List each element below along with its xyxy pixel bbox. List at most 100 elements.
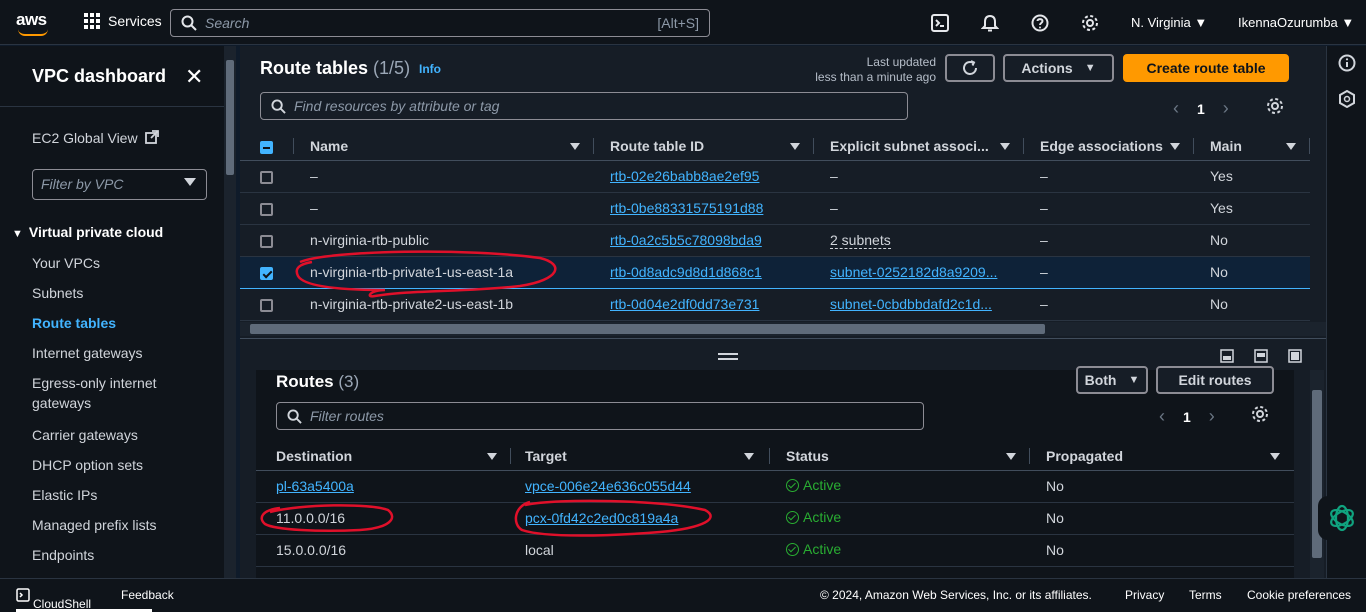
route-type-label: Both — [1084, 372, 1117, 388]
route-table-id-link[interactable]: rtb-0d8adc9d8d1d868c1 — [610, 264, 762, 280]
route-table-id-link[interactable]: rtb-0d04e2df0dd73e731 — [610, 296, 759, 312]
chevron-left-icon[interactable]: ‹ — [1159, 406, 1165, 427]
column-header-edge-associations[interactable]: Edge associations — [1024, 132, 1194, 161]
column-header-status[interactable]: Status — [770, 442, 1030, 471]
drag-handle-icon[interactable] — [718, 353, 738, 355]
sidebar-item-subnets[interactable]: Subnets — [32, 285, 83, 301]
vpc-filter-select[interactable]: Filter by VPC — [32, 169, 207, 200]
actions-button[interactable]: Actions ▼ — [1003, 54, 1114, 82]
row-checkbox-checked[interactable] — [260, 266, 273, 280]
last-updated-value: less than a minute ago — [815, 70, 936, 84]
sidebar-item-carrier-gateways[interactable]: Carrier gateways — [32, 427, 138, 443]
horizontal-scrollbar[interactable] — [240, 322, 1326, 336]
chevron-left-icon[interactable]: ‹ — [1173, 98, 1179, 119]
subnet-link[interactable]: subnet-0cbdbbdafd2c1d... — [830, 296, 992, 312]
bell-icon[interactable] — [980, 13, 1000, 33]
table-row[interactable]: n-virginia-rtb-private2-us-east-1b rtb-0… — [240, 288, 1310, 321]
privacy-link[interactable]: Privacy — [1125, 588, 1164, 602]
account-menu[interactable]: IkennaOzurumba ▼ — [1238, 15, 1354, 30]
status-badge: Active — [786, 509, 841, 525]
target-link[interactable]: vpce-006e24e636c055d44 — [525, 478, 691, 494]
sidebar-item-internet-gateways[interactable]: Internet gateways — [32, 345, 143, 361]
route-table-search-input[interactable]: Find resources by attribute or tag — [260, 92, 908, 120]
region-selector[interactable]: N. Virginia ▼ — [1131, 15, 1207, 30]
table-row[interactable]: – rtb-0be88331575191d88 – – Yes — [240, 192, 1310, 225]
select-all-checkbox[interactable] — [260, 140, 273, 154]
route-type-select[interactable]: Both ▼ — [1076, 366, 1148, 394]
cloudshell-icon[interactable] — [930, 13, 950, 33]
explicit-subnet[interactable]: 2 subnets — [830, 232, 891, 249]
sidebar-item-your-vpcs[interactable]: Your VPCs — [32, 255, 100, 271]
maximize-icon[interactable] — [1288, 349, 1302, 363]
column-header-target[interactable]: Target — [511, 442, 770, 471]
sidebar-item-endpoints[interactable]: Endpoints — [32, 547, 94, 563]
table-row[interactable]: n-virginia-rtb-public rtb-0a2c5b5c78098b… — [240, 224, 1310, 257]
create-route-table-button[interactable]: Create route table — [1123, 54, 1289, 82]
table-header-row: Name Route table ID Explicit subnet asso… — [240, 132, 1310, 161]
page-number[interactable]: 1 — [1197, 101, 1205, 117]
column-header-name[interactable]: Name — [294, 132, 594, 161]
column-header-propagated[interactable]: Propagated — [1030, 442, 1294, 471]
info-link[interactable]: Info — [419, 62, 441, 76]
target-link[interactable]: pcx-0fd42c2ed0c819a4a — [525, 510, 678, 526]
edit-routes-button[interactable]: Edit routes — [1156, 366, 1274, 394]
cloudshell-link[interactable]: CloudShell — [16, 588, 91, 611]
routes-panel: Routes (3) Both ▼ Edit routes Filter rout… — [240, 366, 1326, 578]
row-checkbox[interactable] — [260, 202, 273, 216]
routes-vertical-scrollbar[interactable] — [1310, 370, 1324, 578]
search-icon — [181, 15, 197, 31]
sort-icon — [1170, 143, 1180, 150]
sidebar-title[interactable]: VPC dashboard — [32, 66, 166, 87]
sidebar-item-elastic-ips[interactable]: Elastic IPs — [32, 487, 97, 503]
sidebar-section-virtual-private-cloud[interactable]: ▼ Virtual private cloud — [12, 224, 163, 240]
horizontal-scrollbar-thumb[interactable] — [250, 324, 1045, 334]
table-row[interactable]: – rtb-02e26babb8ae2ef95 – – Yes — [240, 160, 1310, 193]
sidebar-item-route-tables[interactable]: Route tables — [32, 315, 116, 331]
assistant-icon[interactable] — [1318, 496, 1366, 540]
chevron-right-icon[interactable]: › — [1223, 98, 1229, 119]
search-input[interactable]: Search [Alt+S] — [170, 9, 710, 37]
close-icon[interactable]: ✕ — [185, 64, 203, 90]
chevron-right-icon[interactable]: › — [1209, 406, 1215, 427]
routes-search-input[interactable]: Filter routes — [276, 402, 924, 430]
page-number[interactable]: 1 — [1183, 409, 1191, 425]
destination-link[interactable]: pl-63a5400a — [276, 478, 354, 494]
hexagon-icon[interactable] — [1338, 90, 1356, 108]
sidebar-scrollbar-thumb[interactable] — [226, 60, 234, 175]
route-table-id-link[interactable]: rtb-02e26babb8ae2ef95 — [610, 168, 759, 184]
sidebar-item-egress-only-internet-gateways[interactable]: Egress-only internet gateways — [32, 375, 157, 415]
sidebar-item-ec2-global-view[interactable]: EC2 Global View — [32, 130, 160, 146]
preferences-gear-icon[interactable] — [1266, 97, 1284, 115]
column-label: Explicit subnet associ... — [830, 137, 989, 154]
subnet-link[interactable]: subnet-0252182d8a9209... — [830, 264, 997, 280]
preferences-gear-icon[interactable] — [1251, 405, 1269, 423]
aws-logo-text: aws — [16, 10, 47, 29]
feedback-link[interactable]: Feedback — [121, 588, 174, 602]
select-all-checkbox-cell[interactable] — [240, 132, 294, 161]
row-checkbox[interactable] — [260, 234, 273, 248]
sidebar-item-managed-prefix-lists[interactable]: Managed prefix lists — [32, 517, 157, 533]
column-header-route-table-id[interactable]: Route table ID — [594, 132, 814, 161]
column-header-destination[interactable]: Destination — [256, 442, 511, 471]
search-placeholder: Filter routes — [310, 408, 384, 424]
aws-logo[interactable]: aws — [16, 10, 52, 36]
cookie-preferences-link[interactable]: Cookie preferences — [1247, 588, 1351, 602]
route-table-id-link[interactable]: rtb-0a2c5b5c78098bda9 — [610, 232, 762, 248]
table-row-selected[interactable]: n-virginia-rtb-private1-us-east-1a rtb-0… — [240, 255, 1310, 289]
info-icon[interactable] — [1338, 54, 1356, 72]
edge-associations: – — [1024, 288, 1194, 321]
terms-link[interactable]: Terms — [1189, 588, 1222, 602]
route-table-id-link[interactable]: rtb-0be88331575191d88 — [610, 200, 763, 216]
settings-gear-icon[interactable] — [1080, 13, 1100, 33]
check-circle-icon — [786, 478, 799, 492]
column-header-main[interactable]: Main — [1194, 132, 1310, 161]
help-icon[interactable] — [1030, 13, 1050, 33]
services-menu[interactable]: Services — [84, 13, 162, 29]
row-checkbox[interactable] — [260, 298, 273, 312]
split-bottom-icon[interactable] — [1220, 349, 1234, 363]
row-checkbox[interactable] — [260, 170, 273, 184]
refresh-button[interactable] — [945, 54, 995, 82]
sidebar-item-dhcp-option-sets[interactable]: DHCP option sets — [32, 457, 143, 473]
column-header-explicit-subnet[interactable]: Explicit subnet associ... — [814, 132, 1024, 161]
split-side-icon[interactable] — [1254, 349, 1268, 363]
